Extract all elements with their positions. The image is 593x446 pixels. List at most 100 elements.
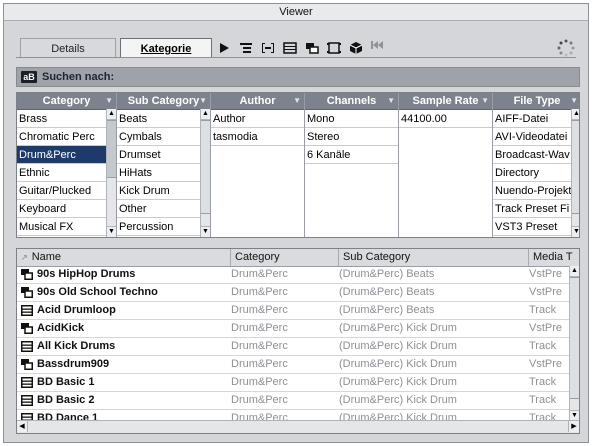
filter-header-file-type[interactable]: File Type ▼ xyxy=(493,93,579,110)
subcategory-scrollbar[interactable]: ▲ ▼ xyxy=(200,109,210,237)
filter-item-subcategory[interactable]: Percussion xyxy=(117,218,200,236)
filter-item-category[interactable]: Ethnic xyxy=(17,164,106,182)
filter-item-file-type[interactable]: Directory xyxy=(493,164,571,182)
row-name: BD Basic 1 xyxy=(37,376,95,388)
filter-list-subcategory: Beats Cymbals Drumset HiHats Kick Drum O… xyxy=(117,110,200,236)
filter-header-label: Category xyxy=(42,95,91,107)
filter-item-category[interactable]: Chromatic Perc xyxy=(17,128,106,146)
instrument-preset-icon xyxy=(21,323,33,334)
scroll-up-icon[interactable]: ▲ xyxy=(107,109,116,120)
filter-item-category-selected[interactable]: Drum&Perc xyxy=(17,146,106,164)
bracket-view-icon[interactable] xyxy=(260,40,276,56)
filter-item-file-type[interactable]: VST3 Preset xyxy=(493,218,571,236)
scroll-left-icon[interactable]: ◀ xyxy=(17,421,28,432)
dropdown-arrow-icon: ▼ xyxy=(570,96,578,105)
tab-details[interactable]: Details xyxy=(20,38,116,58)
scroll-up-icon[interactable]: ▲ xyxy=(572,109,579,120)
dropdown-arrow-icon: ▼ xyxy=(105,96,113,105)
filter-item-subcategory[interactable]: Kick Drum xyxy=(117,182,200,200)
row-name: 90s HipHop Drums xyxy=(37,268,136,280)
filter-item-subcategory[interactable]: Other xyxy=(117,200,200,218)
filter-header-sample-rate[interactable]: Sample Rate ▼ xyxy=(399,93,492,110)
category-filter-panel: Category ▼ Brass Chromatic Perc Drum&Perc… xyxy=(16,92,580,238)
table-row[interactable]: Bassdrum909 Drum&Perc (Drum&Perc) Kick Dru… xyxy=(17,356,569,374)
results-horizontal-scrollbar[interactable]: ◀ ▶ xyxy=(17,420,579,433)
filter-item-subcategory[interactable]: Cymbals xyxy=(117,128,200,146)
row-subcategory: (Drum&Perc) Beats xyxy=(339,304,435,316)
filter-header-subcategory[interactable]: Sub Category ▼ xyxy=(117,93,210,110)
filter-item-author[interactable]: tasmodia xyxy=(211,128,304,146)
category-scrollbar[interactable]: ▲ ▼ xyxy=(106,109,116,237)
results-header: ↗ Name Category Sub Category Media T xyxy=(17,249,579,267)
row-media-type: Track xyxy=(529,394,557,406)
view-toolbar xyxy=(216,38,384,58)
search-bar[interactable]: aB Suchen nach: xyxy=(16,67,580,87)
stack-view-icon[interactable] xyxy=(304,40,320,56)
column-header-category[interactable]: Category xyxy=(231,249,339,266)
filter-item-file-type[interactable]: AVI-Videodatei xyxy=(493,128,571,146)
filter-item-category[interactable]: Keyboard xyxy=(17,200,106,218)
scroll-thumb[interactable] xyxy=(201,120,210,214)
scroll-down-icon[interactable]: ▼ xyxy=(201,226,210,237)
table-row[interactable]: All Kick Drums Drum&Perc (Drum&Perc) Kick … xyxy=(17,338,569,356)
column-header-name[interactable]: ↗ Name xyxy=(17,249,231,266)
scroll-thumb[interactable] xyxy=(572,120,579,214)
table-row[interactable]: BD Basic 2 Drum&Perc (Drum&Perc) Kick Drum… xyxy=(17,392,569,410)
list-view-icon[interactable] xyxy=(238,40,254,56)
row-name: AcidKick xyxy=(37,322,85,334)
filter-header-channels[interactable]: Channels ▼ xyxy=(305,93,398,110)
table-row[interactable]: Acid Drumloop Drum&Perc (Drum&Perc) Beats T… xyxy=(17,302,569,320)
play-icon[interactable] xyxy=(216,40,232,56)
filter-item-file-type[interactable]: AIFF-Datei xyxy=(493,110,571,128)
file-type-scrollbar[interactable]: ▲ ▼ xyxy=(571,109,579,237)
filter-item-file-type[interactable]: Broadcast-Wav xyxy=(493,146,571,164)
scroll-up-icon[interactable]: ▲ xyxy=(570,266,579,277)
dropdown-arrow-icon: ▼ xyxy=(293,96,301,105)
filter-item-file-type[interactable]: Track Preset Fi xyxy=(493,200,571,218)
film-view-icon[interactable] xyxy=(326,40,342,56)
filter-item-subcategory[interactable]: Beats xyxy=(117,110,200,128)
filter-column-author: Author ▼ Author tasmodia xyxy=(211,93,305,237)
row-name: All Kick Drums xyxy=(37,340,116,352)
table-row[interactable]: 90s HipHop Drums Drum&Perc (Drum&Perc) Bea… xyxy=(17,266,569,284)
row-media-type: VstPre xyxy=(529,358,563,370)
scroll-down-icon[interactable]: ▼ xyxy=(572,226,579,237)
cube-view-icon[interactable] xyxy=(348,40,364,56)
row-subcategory: (Drum&Perc) Kick Drum xyxy=(339,394,457,406)
filter-item-sample-rate[interactable]: 44100.00 xyxy=(399,110,492,128)
scroll-up-icon[interactable]: ▲ xyxy=(201,109,210,120)
filter-item-author[interactable]: Author xyxy=(211,110,304,128)
filter-item-channels[interactable]: 6 Kanäle xyxy=(305,146,398,164)
scroll-down-icon[interactable]: ▼ xyxy=(107,226,116,237)
filter-item-channels[interactable]: Mono xyxy=(305,110,398,128)
scroll-thumb[interactable] xyxy=(107,120,116,178)
filter-item-subcategory[interactable]: HiHats xyxy=(117,164,200,182)
filter-item-category[interactable]: Musical FX xyxy=(17,218,106,236)
table-row[interactable]: BD Basic 1 Drum&Perc (Drum&Perc) Kick Drum… xyxy=(17,374,569,392)
column-header-subcategory[interactable]: Sub Category xyxy=(339,249,529,266)
filter-item-category[interactable]: Brass xyxy=(17,110,106,128)
table-row[interactable]: 90s Old School Techno Drum&Perc (Drum&Perc… xyxy=(17,284,569,302)
filter-header-label: Author xyxy=(239,95,276,107)
filter-item-channels[interactable]: Stereo xyxy=(305,128,398,146)
filter-item-file-type[interactable]: Nuendo-Projekt xyxy=(493,182,571,200)
filter-item-category[interactable]: Guitar/Plucked xyxy=(17,182,106,200)
scroll-thumb[interactable] xyxy=(570,277,579,399)
table-view-icon[interactable] xyxy=(282,40,298,56)
scroll-right-icon[interactable]: ▶ xyxy=(568,421,579,432)
row-media-type: Track xyxy=(529,340,557,352)
column-header-media-type[interactable]: Media T xyxy=(529,249,579,266)
tab-kategorie[interactable]: Kategorie xyxy=(120,38,212,58)
results-vertical-scrollbar[interactable]: ▲ ▼ xyxy=(569,266,579,421)
table-row[interactable]: AcidKick Drum&Perc (Drum&Perc) Kick Drum Vs… xyxy=(17,320,569,338)
filter-header-category[interactable]: Category ▼ xyxy=(17,93,116,110)
results-vscroll-track[interactable]: ▲ ▼ xyxy=(570,266,579,421)
row-name: BD Basic 2 xyxy=(37,394,95,406)
filter-header-label: File Type xyxy=(513,95,561,107)
instrument-preset-icon xyxy=(21,359,33,370)
filter-header-author[interactable]: Author ▼ xyxy=(211,93,304,110)
row-category: Drum&Perc xyxy=(231,304,288,316)
filter-item-subcategory[interactable]: Drumset xyxy=(117,146,200,164)
rewind-icon[interactable] xyxy=(370,40,384,56)
row-name-cell: 90s Old School Techno xyxy=(21,284,235,301)
